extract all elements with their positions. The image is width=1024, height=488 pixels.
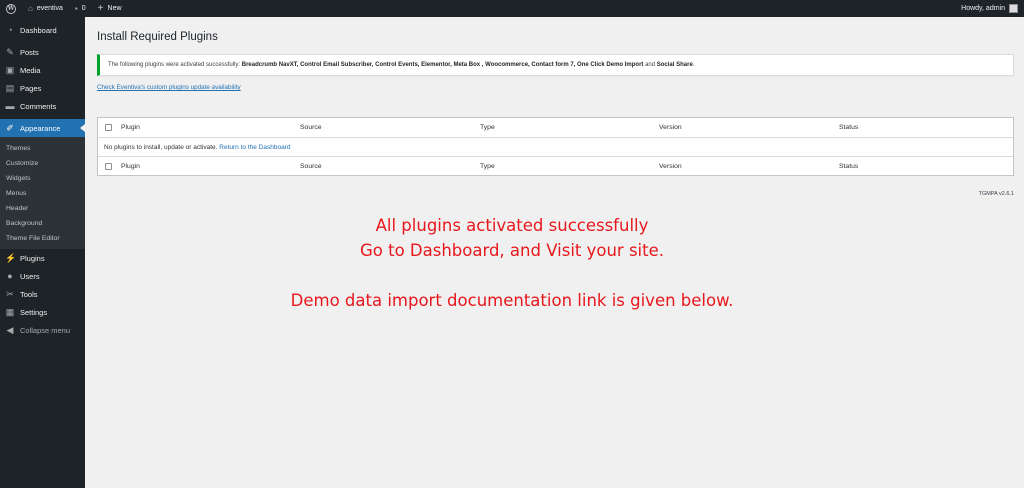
column-footer-source: Source — [300, 162, 322, 170]
my-account-menu[interactable]: Howdy, admin — [955, 0, 1024, 17]
howdy-text: Howdy, admin — [961, 5, 1005, 12]
column-footer-plugin[interactable]: Plugin — [121, 163, 300, 170]
new-content-menu[interactable]: + New — [92, 0, 128, 17]
column-footer-version: Version — [659, 162, 682, 170]
media-icon: ▣ — [5, 65, 15, 75]
submenu-item-menus[interactable]: Menus — [0, 186, 85, 201]
sidebar-item-label: Collapse menu — [20, 325, 71, 335]
column-header-type: Type — [480, 124, 495, 131]
sidebar-item-label: Dashboard — [20, 25, 57, 35]
home-icon: ⌂ — [28, 3, 33, 13]
table-header-row: Plugin Source Type Version Status — [98, 118, 1013, 137]
sidebar-item-label: Media — [20, 65, 41, 75]
plus-icon: + — [97, 2, 104, 14]
plugins-table: Plugin Source Type Version Status No plu… — [97, 117, 1014, 176]
sidebar-item-label: Posts — [20, 47, 39, 57]
notice-plugins: Breadcrumb NavXT, Control Email Subscrib… — [241, 62, 644, 68]
column-header-version: Version — [659, 124, 682, 131]
page-title: Install Required Plugins — [97, 31, 218, 43]
notice-last-plugin: Social Share — [656, 62, 693, 68]
site-name-menu[interactable]: ⌂ eventiva — [22, 0, 69, 17]
collapse-icon: ◀ — [6, 325, 14, 335]
appearance-icon: ✐ — [6, 123, 14, 133]
notice-and: and — [645, 62, 656, 68]
overlay-line-3: Demo data import documentation link is g… — [290, 291, 734, 310]
notice-end: . — [692, 62, 695, 68]
dashboard-icon: ◔ — [7, 25, 13, 35]
admin-bar: W ⌂ eventiva ▪ 0 + New Howdy, admin — [0, 0, 1024, 17]
overlay-line-2: Go to Dashboard, and Visit your site. — [359, 241, 665, 260]
site-name: eventiva — [36, 5, 63, 12]
comment-bubble-icon: ▪ — [74, 3, 78, 13]
pages-icon: ▤ — [5, 83, 15, 93]
sidebar-item-appearance[interactable]: ✐ Appearance — [0, 119, 85, 137]
column-header-status: Status — [839, 124, 859, 131]
sidebar-item-media[interactable]: ▣ Media — [0, 61, 85, 79]
sidebar-item-dashboard[interactable]: ◔ Dashboard — [0, 21, 85, 39]
column-header-source: Source — [300, 124, 322, 131]
sidebar-item-label: Appearance — [20, 123, 61, 133]
check-updates-link[interactable]: Check Eventiva's custom plugins update a… — [97, 84, 241, 91]
comments-count: 0 — [81, 5, 86, 12]
column-header-plugin[interactable]: Plugin — [121, 124, 300, 131]
instruction-overlay: All plugins activated successfully Go to… — [0, 213, 1024, 313]
select-all-checkbox[interactable] — [105, 124, 112, 131]
sidebar-item-comments[interactable]: ▬ Comments — [0, 97, 85, 115]
column-footer-type: Type — [480, 162, 495, 170]
main-content: Install Required Plugins The following p… — [97, 17, 1014, 197]
success-notice: The following plugins were activated suc… — [97, 54, 1014, 76]
overlay-line-1: All plugins activated successfully — [375, 216, 649, 235]
notice-text: The following plugins were activated suc… — [108, 62, 694, 68]
table-row: No plugins to install, update or activat… — [98, 137, 1013, 156]
avatar — [1009, 4, 1018, 13]
new-label: New — [107, 5, 122, 12]
pin-icon: ✎ — [6, 47, 14, 57]
sidebar-item-label: Pages — [20, 83, 42, 93]
submenu-item-themes[interactable]: Themes — [0, 141, 85, 156]
wordpress-icon: W — [6, 3, 16, 14]
table-footer-row: Plugin Source Type Version Status — [98, 156, 1013, 175]
sidebar-item-label: Comments — [20, 101, 57, 111]
return-to-dashboard-link[interactable]: Return to the Dashboard — [219, 144, 290, 151]
wp-logo-menu[interactable]: W — [0, 0, 22, 17]
version-tag: TGMPA v2.6.1 — [978, 191, 1014, 197]
submenu-item-customize[interactable]: Customize — [0, 156, 85, 171]
select-all-checkbox-footer[interactable] — [105, 162, 112, 170]
sidebar-item-posts[interactable]: ✎ Posts — [0, 43, 85, 61]
comments-icon: ▬ — [5, 101, 15, 111]
sidebar-item-pages[interactable]: ▤ Pages — [0, 79, 85, 97]
comments-menu[interactable]: ▪ 0 — [69, 0, 92, 17]
column-footer-status: Status — [839, 162, 859, 170]
submenu-item-widgets[interactable]: Widgets — [0, 171, 85, 186]
notice-prefix: The following plugins were activated suc… — [108, 62, 241, 68]
empty-table-text: No plugins to install, update or activat… — [104, 143, 218, 151]
collapse-menu-button[interactable]: ◀ Collapse menu — [0, 321, 85, 339]
